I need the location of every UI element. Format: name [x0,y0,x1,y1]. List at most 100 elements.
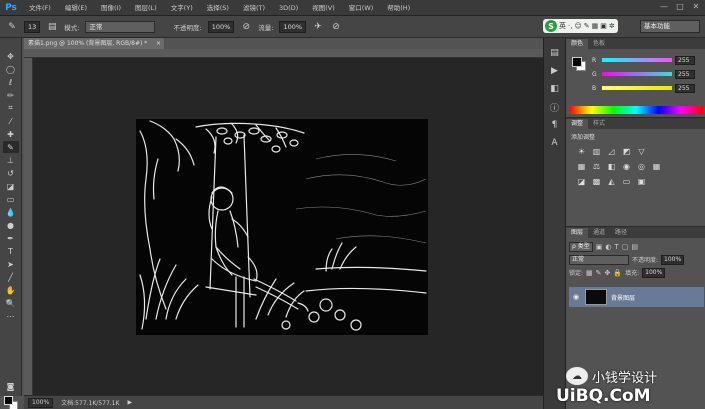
menu-file[interactable]: 文件(F) [22,0,58,16]
ime-keyboard-icon[interactable]: ▦ [592,22,599,30]
minimize-icon[interactable]: — [659,2,669,11]
menu-help[interactable]: 帮助(H) [380,0,417,16]
ime-english-toggle[interactable]: 英 [559,21,566,31]
menu-image[interactable]: 图像(I) [94,0,128,16]
visibility-eye-icon[interactable]: ◉ [573,293,581,301]
lock-transparency-icon[interactable]: ▦ [586,269,593,277]
slider-blue-track[interactable] [602,86,672,90]
info-panel-icon[interactable]: ⓘ [548,100,562,114]
lasso-tool-icon[interactable]: ℓ [3,76,19,88]
menu-filter[interactable]: 滤镜(T) [236,0,272,16]
layer-kind-select[interactable]: ρ 类型 [569,241,593,252]
slider-red[interactable]: R 255 [592,55,704,65]
tab-layers[interactable]: 图层 [566,228,589,238]
mode-select[interactable]: 正常 [85,20,156,33]
lock-all-icon[interactable]: 🔒 [613,269,622,277]
layer-name[interactable]: 背景图层 [611,293,635,302]
ime-punct-icon[interactable]: ·, [568,22,572,30]
status-arrow-icon[interactable]: ▶ [127,399,132,406]
airbrush-icon[interactable]: ✈ [312,21,324,33]
color-balance-icon[interactable]: ⚖ [591,161,602,171]
zoom-level-field[interactable]: 100% [28,397,54,408]
color-swatches[interactable] [4,396,18,409]
properties-panel-icon[interactable]: ◧ [548,82,562,96]
shape-tool-icon[interactable]: ╱ [3,271,19,283]
type-tool-icon[interactable]: T [3,245,19,257]
brush-panel-icon[interactable]: ▤ [46,21,58,33]
path-select-tool-icon[interactable]: ➤ [3,258,19,270]
document-close-icon[interactable]: × [156,38,161,49]
eraser-tool-icon[interactable]: ◪ [3,180,19,192]
document-image[interactable] [136,119,428,335]
gradient-tool-icon[interactable]: ▭ [3,193,19,205]
hue-saturation-icon[interactable]: ▦ [576,161,587,171]
threshold-icon[interactable]: ◭ [606,176,617,186]
filter-shape-icon[interactable]: ▢ [622,243,629,251]
invert-icon[interactable]: ◪ [576,176,587,186]
menu-view[interactable]: 视图(V) [305,0,342,16]
zoom-tool-icon[interactable]: 🔍 [3,297,19,309]
document-tab[interactable]: 素描1.png @ 100% (背景图层, RGB/8#) * × [24,38,164,49]
gradient-map-icon[interactable]: ▭ [621,176,632,186]
lock-position-icon[interactable]: ✥ [605,269,611,277]
ime-handwrite-icon[interactable]: ✎ [584,22,590,30]
crop-tool-icon[interactable]: ⌗ [3,102,19,114]
tab-styles[interactable]: 样式 [588,119,610,129]
layer-row-background[interactable]: ◉ 背景图层 [569,287,704,307]
more-tools-icon[interactable]: ⋯ [3,310,19,322]
selective-color-icon[interactable]: ▣ [636,176,647,186]
menu-type[interactable]: 文字(Y) [164,0,200,16]
doc-info[interactable]: 文档:577.1K/577.1K [61,398,119,407]
menu-edit[interactable]: 编辑(E) [58,0,94,16]
exposure-icon[interactable]: ◩ [621,146,632,156]
flow-field[interactable]: 100% [279,20,307,33]
red-value-field[interactable]: 255 [675,55,695,65]
brightness-icon[interactable]: ☀ [576,146,587,156]
healing-tool-icon[interactable]: ✚ [3,128,19,140]
color-lookup-icon[interactable]: ▦ [651,161,662,171]
workspace-select[interactable]: 基本功能 [640,20,700,33]
eyedropper-tool-icon[interactable]: ⁄ [3,115,19,127]
tab-paths[interactable]: 路径 [610,228,632,238]
close-icon[interactable]: ✕ [691,2,701,11]
brush-size-field[interactable]: 13 [24,20,41,33]
filter-smart-icon[interactable]: ▤ [631,243,638,251]
levels-icon[interactable]: ▥ [591,146,602,156]
foreground-swatch[interactable] [4,396,13,405]
tab-color[interactable]: 颜色 [566,39,589,49]
marquee-tool-icon[interactable]: ◯ [3,63,19,75]
layer-opacity-field[interactable]: 100% [661,254,685,265]
move-tool-icon[interactable]: ✥ [3,50,19,62]
filter-adjust-icon[interactable]: ◐ [605,243,611,251]
fill-field[interactable]: 100% [642,267,666,278]
quick-mask-icon[interactable]: ◙ [3,380,19,392]
blue-value-field[interactable]: 255 [675,83,695,93]
maximize-icon[interactable]: □ [675,2,685,11]
pressure-opacity-icon[interactable]: ⊘ [240,21,252,33]
slider-green-track[interactable] [602,72,672,76]
tab-channels[interactable]: 通道 [588,228,610,238]
slider-red-track[interactable] [602,58,672,62]
color-spectrum-bar[interactable] [569,106,703,114]
opacity-field[interactable]: 100% [207,20,235,33]
tab-adjustments[interactable]: 调整 [566,119,589,129]
blur-tool-icon[interactable]: 💧 [3,206,19,218]
menu-layer[interactable]: 图层(L) [128,0,164,16]
curves-icon[interactable]: ◿ [606,146,617,156]
channel-mixer-icon[interactable]: ◎ [636,161,647,171]
vertical-ruler[interactable] [24,58,33,395]
horizontal-ruler[interactable] [24,49,543,58]
slider-green[interactable]: G 255 [592,69,704,79]
blend-mode-select[interactable]: 正常 [569,254,629,265]
pressure-size-icon[interactable]: ⊘ [330,21,342,33]
paragraph-panel-icon[interactable]: ¶ [548,118,562,132]
actions-panel-icon[interactable]: ▶ [548,64,562,78]
history-panel-icon[interactable]: ▤ [548,46,562,60]
menu-window[interactable]: 窗口(W) [342,0,381,16]
brush-tool-icon[interactable]: ✎ [2,141,19,153]
ime-emoji-icon[interactable]: ☺ [574,22,581,30]
character-panel-icon[interactable]: A [548,136,562,150]
color-panel-foreground[interactable] [572,57,582,67]
ime-skin-icon[interactable]: ▣ [600,22,607,30]
ime-tools-icon[interactable]: ✲ [609,22,615,30]
